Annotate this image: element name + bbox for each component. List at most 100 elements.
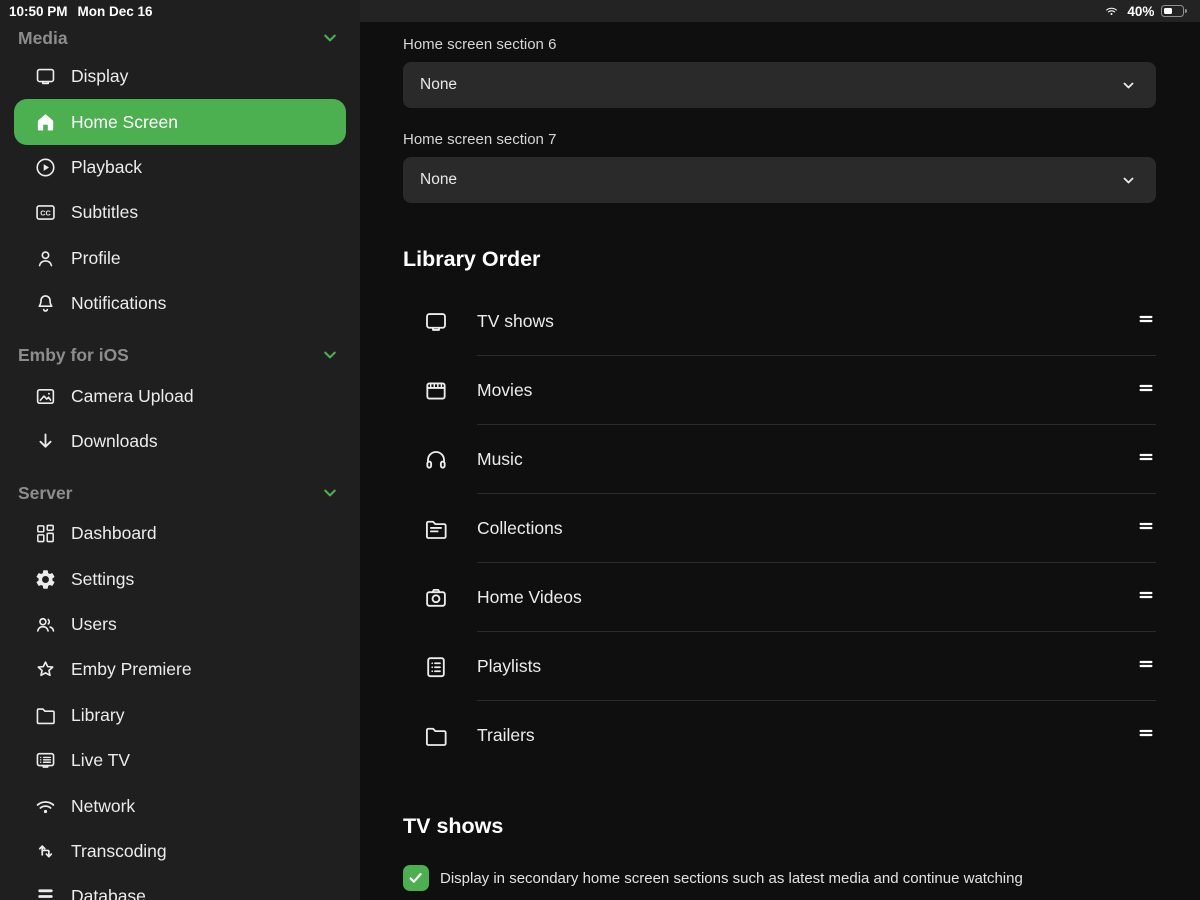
emby-settings-app: 10:50 PM Mon Dec 16 MediaDisplay Home Scr…: [0, 0, 1200, 900]
dropdown-selected-value: None: [420, 76, 457, 94]
subtitles-icon: CC: [34, 201, 57, 224]
folder-icon: [34, 704, 57, 727]
headphones-icon: [423, 447, 449, 473]
clapperboard-icon: [423, 378, 449, 404]
library-order-row-collections: Collections: [403, 494, 1156, 563]
sidebar-item-label: Camera Upload: [71, 386, 194, 407]
battery-percent-label: 40%: [1127, 4, 1154, 19]
dropdown-selected-value: None: [420, 171, 457, 189]
library-order-heading: Library Order: [403, 245, 1156, 273]
folder-icon: [423, 723, 449, 749]
chevron-down-icon: [320, 483, 340, 503]
chevron-down-icon: [1120, 77, 1137, 94]
library-order-row-body: Home Videos: [477, 563, 1156, 632]
dashboard-icon: [34, 522, 57, 545]
sidebar-item-label: Dashboard: [71, 523, 157, 544]
drag-handle-icon[interactable]: [1136, 654, 1156, 679]
playlist-icon: [423, 654, 449, 680]
battery-icon: [1161, 5, 1187, 17]
wifi-icon: [34, 795, 57, 818]
sidebar-item-downloads[interactable]: Downloads: [14, 419, 346, 464]
sidebar-item-label: Playback: [71, 157, 142, 178]
library-order-item-label: Playlists: [477, 656, 541, 677]
library-order-row-playlists: Playlists: [403, 632, 1156, 701]
sidebar-section-header-server[interactable]: Server: [0, 475, 360, 511]
drag-handle-icon[interactable]: [1136, 516, 1156, 541]
sidebar-item-label: Downloads: [71, 431, 158, 452]
library-order-row-tv-shows: TV shows: [403, 287, 1156, 356]
sidebar-item-notifications[interactable]: Notifications: [14, 281, 346, 326]
settings-sidebar: 10:50 PM Mon Dec 16 MediaDisplay Home Scr…: [0, 0, 360, 900]
sidebar-item-label: Notifications: [71, 293, 166, 314]
dropdown-home-screen-section-7[interactable]: None: [403, 157, 1156, 203]
sidebar-item-settings[interactable]: Settings: [14, 557, 346, 602]
sidebar-item-label: Users: [71, 614, 117, 635]
chevron-down-icon: [320, 345, 340, 365]
drag-handle-icon[interactable]: [1136, 378, 1156, 403]
library-order-item-label: TV shows: [477, 311, 554, 332]
statusbar-left: 10:50 PM Mon Dec 16: [0, 0, 360, 22]
bell-icon: [34, 292, 57, 315]
sidebar-item-emby-premiere[interactable]: Emby Premiere: [14, 647, 346, 692]
sidebar-item-label: Subtitles: [71, 202, 138, 223]
clock-time: 10:50 PM: [9, 4, 68, 19]
dropdown-label-home-screen-section-7: Home screen section 7: [403, 130, 1156, 149]
sidebar-item-label: Emby Premiere: [71, 659, 192, 680]
library-order-row-body: Movies: [477, 356, 1156, 425]
sidebar-item-users[interactable]: Users: [14, 602, 346, 647]
camera-icon: [423, 585, 449, 611]
secondary-sections-checkbox[interactable]: [403, 865, 429, 891]
library-order-row-trailers: Trailers: [403, 701, 1156, 770]
library-order-item-label: Trailers: [477, 725, 535, 746]
chevron-down-icon: [320, 28, 340, 48]
svg-text:CC: CC: [40, 209, 51, 218]
sidebar-item-transcoding[interactable]: Transcoding: [14, 829, 346, 874]
sidebar-item-playback[interactable]: Playback: [14, 145, 346, 190]
settings-content: Home screen section 6 None Home screen sec…: [360, 22, 1200, 891]
library-order-row-body: Trailers: [477, 701, 1156, 770]
live-tv-icon: [34, 749, 57, 772]
sidebar-section-header-emby-for-ios[interactable]: Emby for iOS: [0, 337, 360, 373]
library-order-row-music: Music: [403, 425, 1156, 494]
home-icon: [34, 111, 57, 134]
tv-icon: [423, 309, 449, 335]
play-circle-icon: [34, 156, 57, 179]
sidebar-item-display[interactable]: Display: [14, 54, 346, 99]
gear-icon: [34, 568, 57, 591]
sidebar-item-camera-upload[interactable]: Camera Upload: [14, 373, 346, 418]
sidebar-item-live-tv[interactable]: Live TV: [14, 738, 346, 783]
main-panel: 40% Home screen section 6NoneHome screen…: [360, 0, 1200, 900]
sidebar-item-home-screen[interactable]: Home Screen: [14, 99, 346, 144]
sidebar-item-label: Library: [71, 705, 125, 726]
drag-handle-icon[interactable]: [1136, 723, 1156, 748]
chevron-down-icon: [1120, 172, 1137, 189]
drag-handle-icon[interactable]: [1136, 447, 1156, 472]
home-screen-section-dropdowns: Home screen section 6 None Home screen sec…: [403, 35, 1156, 203]
collections-folder-icon: [423, 516, 449, 542]
secondary-sections-option: Display in secondary home screen section…: [403, 865, 1156, 891]
library-order-item-label: Movies: [477, 380, 532, 401]
tv-shows-heading: TV shows: [403, 812, 1156, 840]
sidebar-item-label: Home Screen: [71, 112, 178, 133]
photo-icon: [34, 385, 57, 408]
sidebar-item-label: Transcoding: [71, 841, 167, 862]
sidebar-item-network[interactable]: Network: [14, 783, 346, 828]
sidebar-item-library[interactable]: Library: [14, 693, 346, 738]
star-icon: [34, 658, 57, 681]
sidebar-item-database[interactable]: Database: [14, 874, 346, 900]
drag-handle-icon[interactable]: [1136, 585, 1156, 610]
sidebar-section-header-media[interactable]: Media: [0, 22, 360, 54]
sidebar-item-dashboard[interactable]: Dashboard: [14, 511, 346, 556]
library-order-row-body: Music: [477, 425, 1156, 494]
dropdown-home-screen-section-6[interactable]: None: [403, 62, 1156, 108]
library-order-row-movies: Movies: [403, 356, 1156, 425]
transcode-icon: [34, 840, 57, 863]
sidebar-item-subtitles[interactable]: CC Subtitles: [14, 190, 346, 235]
sidebar-sections: MediaDisplay Home Screen Playback CC Subtitl…: [0, 22, 360, 900]
drag-handle-icon[interactable]: [1136, 309, 1156, 334]
dropdown-label-home-screen-section-6: Home screen section 6: [403, 35, 1156, 54]
sidebar-item-profile[interactable]: Profile: [14, 236, 346, 281]
person-icon: [34, 247, 57, 270]
sidebar-section-label: Server: [18, 483, 73, 504]
library-order-row-body: TV shows: [477, 287, 1156, 356]
